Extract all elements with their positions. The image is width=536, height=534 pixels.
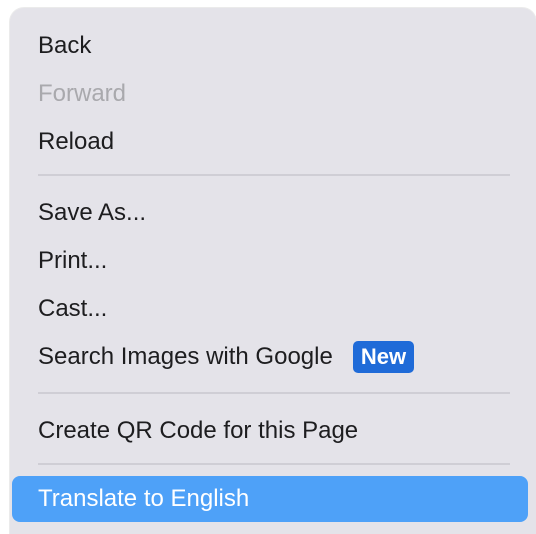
menu-item-label: Save As... <box>38 199 147 226</box>
menu-item-translate[interactable]: Translate to English <box>38 479 249 519</box>
menu-item-label: Cast... <box>38 295 108 322</box>
menu-item-label: Translate to English <box>38 485 250 512</box>
menu-item-search-images[interactable]: Search Images with Google New <box>38 337 415 377</box>
menu-item-create-qr-code[interactable]: Create QR Code for this Page <box>38 411 358 451</box>
menu-item-label: Create QR Code for this Page <box>38 417 359 444</box>
new-badge: New <box>352 341 415 373</box>
menu-separator <box>38 463 510 465</box>
menu-item-label: Forward <box>38 80 127 107</box>
menu-item-print[interactable]: Print... <box>38 241 107 281</box>
menu-item-back[interactable]: Back <box>38 26 91 66</box>
menu-item-forward: Forward <box>38 74 126 114</box>
menu-item-label: Print... <box>38 247 108 274</box>
context-menu: Back Forward Reload Save As... Print... … <box>10 8 536 534</box>
menu-item-reload[interactable]: Reload <box>38 122 114 162</box>
menu-separator <box>38 174 510 176</box>
menu-item-cast[interactable]: Cast... <box>38 289 107 329</box>
menu-item-label: Search Images with Google <box>38 343 333 370</box>
menu-item-save-as[interactable]: Save As... <box>38 193 146 233</box>
menu-item-label: Back <box>38 32 92 59</box>
menu-separator <box>38 392 510 394</box>
menu-item-label: Reload <box>38 128 115 155</box>
